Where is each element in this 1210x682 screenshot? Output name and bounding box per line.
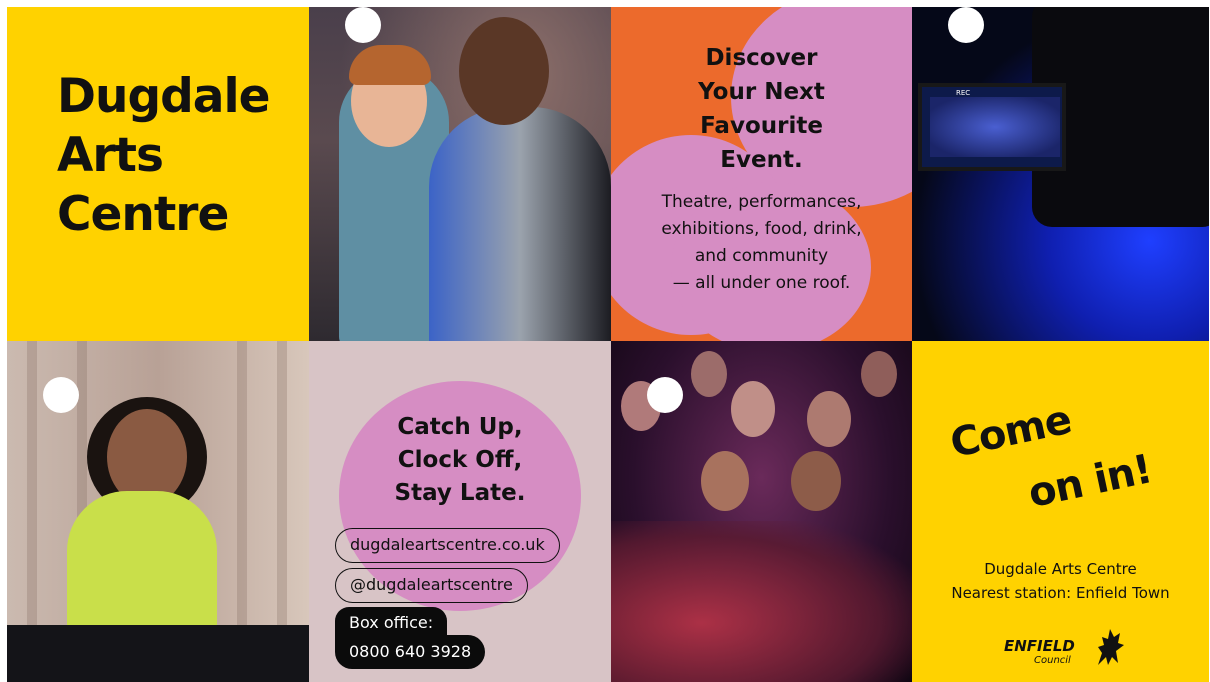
rec-label: REC [956, 89, 971, 97]
dj-photo-panel [7, 341, 309, 682]
crowd-photo-panel [611, 341, 912, 682]
crowd-face [691, 351, 727, 397]
person-right-head [459, 17, 549, 125]
white-dot-icon [647, 377, 683, 413]
website-link[interactable]: dugdaleartscentre.co.uk [335, 528, 560, 563]
box-office-number[interactable]: 0800 640 3928 [335, 635, 486, 669]
title-panel: Dugdale Arts Centre [7, 7, 309, 341]
white-dot-icon [948, 7, 984, 43]
venue-name: Dugdale Arts Centre [984, 560, 1137, 578]
audience-photo-panel [309, 7, 611, 341]
discover-panel: Discover Your Next Favourite Event. Thea… [611, 7, 912, 341]
crowd-face [701, 451, 749, 511]
foreground-blur [611, 521, 912, 682]
person-left-hair [349, 45, 431, 85]
venue-title: Dugdale Arts Centre [57, 69, 270, 242]
enfield-dragon-icon [1098, 629, 1124, 665]
nearest-station: Nearest station: Enfield Town [951, 584, 1170, 602]
come-in-panel: Come on in! Dugdale Arts Centre Nearest … [912, 341, 1209, 682]
venue-info: Dugdale Arts Centre Nearest station: Enf… [912, 557, 1209, 605]
discover-heading: Discover Your Next Favourite Event. [698, 45, 825, 173]
council-logo-subtext: Council [1034, 655, 1071, 666]
person-right-body [429, 107, 611, 341]
white-dot-icon [345, 7, 381, 43]
crowd-face [731, 381, 775, 437]
come-in-line2: on in! [1024, 446, 1156, 517]
come-in-line1: Come [946, 396, 1075, 467]
council-logo-text: ENFIELD [1004, 637, 1075, 655]
crowd-face [807, 391, 851, 447]
dj-deck [7, 625, 309, 682]
camera-photo-panel: REC [912, 7, 1209, 341]
crowd-face [791, 451, 841, 511]
crowd-face [861, 351, 897, 397]
discover-body: Theatre, performances, exhibitions, food… [661, 192, 862, 293]
catchup-panel: Catch Up, Clock Off, Stay Late. dugdalea… [309, 341, 611, 682]
stage-view [930, 97, 1060, 157]
catchup-heading: Catch Up, Clock Off, Stay Late. [394, 414, 526, 506]
social-handle[interactable]: @dugdaleartscentre [335, 568, 528, 603]
white-dot-icon [43, 377, 79, 413]
poster-grid: Dugdale Arts Centre Discover Your Next F… [7, 7, 1209, 682]
